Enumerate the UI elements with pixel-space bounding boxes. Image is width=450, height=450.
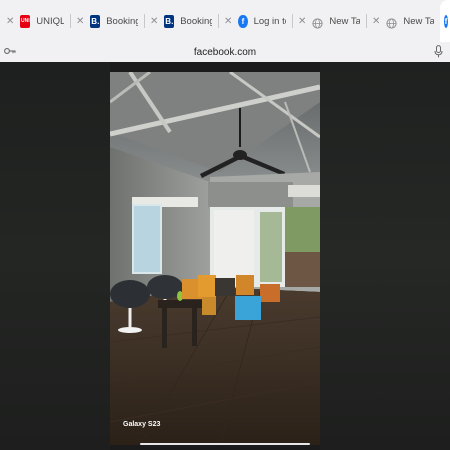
- microphone-icon[interactable]: [434, 45, 443, 58]
- close-icon[interactable]: ✕: [6, 16, 14, 27]
- key-icon[interactable]: [4, 46, 16, 56]
- facebook-favicon: f: [444, 14, 448, 28]
- booking-favicon: B.: [164, 14, 175, 28]
- video-player[interactable]: [110, 72, 320, 445]
- tab-booking-1[interactable]: ✕ B. Booking.com: [70, 0, 144, 42]
- tab-label: UNIQLO: [36, 15, 64, 27]
- globe-icon: [312, 16, 323, 29]
- tab-label: Booking.com: [106, 15, 138, 27]
- close-icon[interactable]: ✕: [76, 16, 84, 27]
- video-frame: [110, 72, 320, 445]
- uniqlo-favicon: UNI: [20, 14, 31, 28]
- tab-facebook-login[interactable]: ✕ f Log in to Fac: [218, 0, 292, 42]
- blurred-background-right: [320, 62, 450, 450]
- tab-facebook-active[interactable]: f: [440, 0, 450, 42]
- tab-booking-2[interactable]: ✕ B. Booking.com: [144, 0, 218, 42]
- video-caption: Galaxy S23: [123, 421, 161, 428]
- url-field[interactable]: facebook.com: [0, 42, 450, 62]
- tab-label: New Tab: [403, 15, 434, 27]
- facebook-favicon: f: [238, 14, 248, 28]
- tab-new-2[interactable]: ✕ New Tab: [366, 0, 440, 42]
- close-icon[interactable]: ✕: [372, 16, 380, 27]
- close-icon[interactable]: ✕: [224, 16, 232, 27]
- blurred-background-left: [0, 62, 110, 450]
- tab-label: Booking.com: [180, 15, 212, 27]
- tab-label: New Tab: [329, 15, 360, 27]
- booking-favicon: B.: [90, 14, 101, 28]
- tab-bar: ✕ UNI UNIQLO ✕ B. Booking.com ✕ B. Booki…: [0, 0, 450, 42]
- tab-uniqlo[interactable]: ✕ UNI UNIQLO: [0, 0, 70, 42]
- tab-label: Log in to Fac: [253, 15, 286, 27]
- globe-icon: [386, 16, 397, 29]
- url-text: facebook.com: [193, 46, 257, 58]
- close-icon[interactable]: ✕: [150, 16, 158, 27]
- close-icon[interactable]: ✕: [298, 16, 306, 27]
- video-progress-bar[interactable]: [140, 443, 310, 445]
- tab-new-1[interactable]: ✕ New Tab: [292, 0, 366, 42]
